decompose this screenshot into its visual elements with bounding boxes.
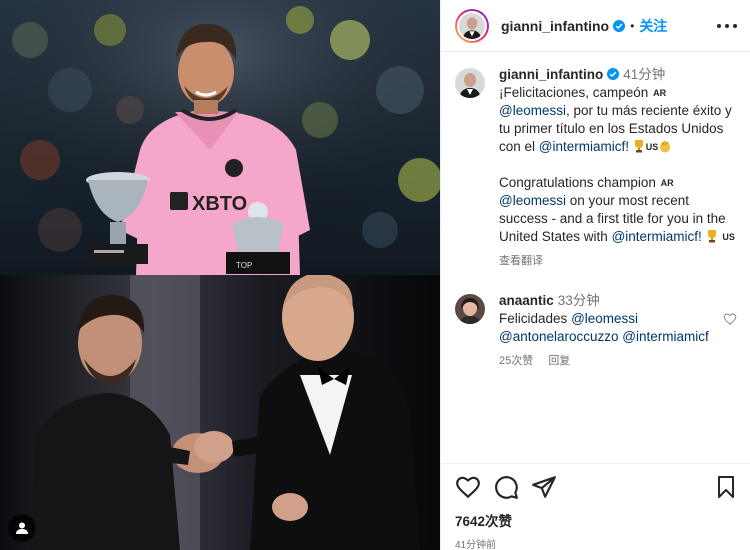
verified-icon	[613, 19, 626, 32]
commenter-avatar[interactable]	[455, 294, 485, 324]
post-photo-top: XBTO TOP	[0, 0, 440, 275]
trophy-icon	[707, 230, 716, 243]
user-tag-icon	[16, 522, 28, 534]
mention-leomessi[interactable]: @leomessi	[499, 193, 566, 208]
post-header: gianni_infantino • 关注	[441, 0, 750, 52]
bookmark-icon[interactable]	[715, 475, 737, 499]
caption-comment: gianni_infantino 41分钟 ¡Felicitaciones, ca…	[455, 66, 737, 270]
follow-button[interactable]: 关注	[639, 16, 667, 36]
post-side-panel: gianni_infantino • 关注 gianni_infantino 4…	[440, 0, 750, 550]
caption-time[interactable]: 41分钟	[623, 67, 665, 82]
more-options-button[interactable]	[717, 16, 737, 36]
separator-dot: •	[630, 18, 635, 33]
post-actions: 7642次赞 41分钟前	[441, 463, 750, 550]
comment-body: anaantic 33分钟 Felicidades @leomessi @anto…	[499, 292, 737, 370]
comment-icon[interactable]	[493, 474, 519, 500]
share-icon[interactable]	[531, 474, 557, 500]
comments-section: gianni_infantino 41分钟 ¡Felicitaciones, ca…	[441, 52, 750, 462]
reply-button[interactable]: 回复	[548, 355, 570, 367]
mention-intermiamicf[interactable]: @intermiamicf	[622, 329, 708, 344]
mention-leomessi[interactable]: @leomessi	[571, 311, 638, 326]
svg-text:TOP: TOP	[236, 261, 252, 270]
trophy-icon	[634, 140, 643, 153]
see-translation-button[interactable]: 查看翻译	[499, 255, 543, 267]
verified-icon	[607, 68, 620, 80]
heart-icon[interactable]	[455, 474, 481, 500]
comment-heart-icon[interactable]	[723, 312, 737, 326]
likes-count[interactable]: 7642次赞	[455, 510, 737, 530]
caption-text-es: ¡Felicitaciones, campeón AR @leomessi, p…	[499, 85, 732, 154]
mention-intermiamicf[interactable]: @intermiamicf!	[612, 229, 702, 244]
clap-icon	[660, 140, 671, 153]
comment-time[interactable]: 33分钟	[558, 293, 600, 308]
comment-likes-count[interactable]: 25次赞	[499, 355, 533, 367]
user-tag-button[interactable]	[8, 514, 36, 542]
mention-antonelaroccuzzo[interactable]: @antonelaroccuzzo	[499, 329, 619, 344]
caption-body: gianni_infantino 41分钟 ¡Felicitaciones, ca…	[499, 66, 737, 270]
flag-ar-icon: AR	[660, 178, 674, 188]
post-photo-bottom	[0, 275, 440, 550]
author-avatar[interactable]	[455, 8, 489, 43]
caption-author[interactable]: gianni_infantino	[499, 67, 603, 82]
caption-author-avatar[interactable]	[455, 68, 485, 98]
post-media[interactable]: XBTO TOP	[0, 0, 440, 550]
caption-text-en: Congratulations champion AR @leomessi on…	[499, 175, 735, 244]
mention-intermiamicf[interactable]: @intermiamicf!	[539, 139, 629, 154]
flag-us-icon: US	[645, 142, 659, 152]
more-icon	[717, 24, 721, 28]
comment-item: anaantic 33分钟 Felicidades @leomessi @anto…	[455, 292, 737, 370]
flag-ar-icon: AR	[653, 88, 667, 98]
commenter-username[interactable]: anaantic	[499, 293, 554, 308]
flag-us-icon: US	[722, 232, 735, 242]
author-username[interactable]: gianni_infantino	[501, 18, 609, 34]
comment-text: Felicidades @leomessi @antonelaroccuzzo …	[499, 311, 709, 344]
post-timestamp[interactable]: 41分钟前	[455, 536, 737, 550]
svg-text:XBTO: XBTO	[192, 193, 247, 215]
mention-leomessi[interactable]: @leomessi	[499, 103, 566, 118]
